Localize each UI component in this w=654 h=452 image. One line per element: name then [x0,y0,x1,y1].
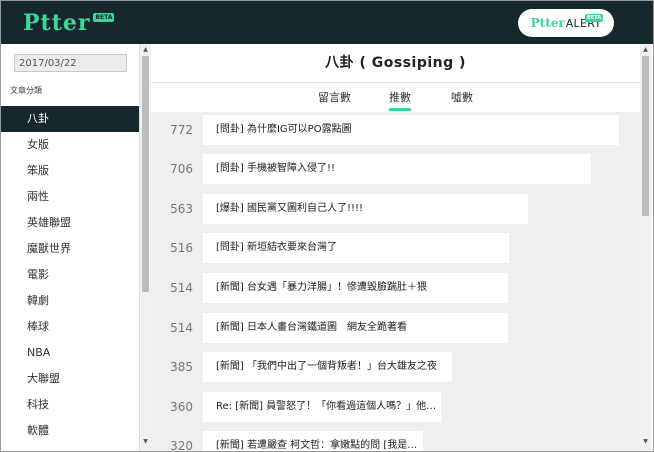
category-label: 文章分類 [10,86,42,95]
sidebar-item-sex[interactable]: 兩性 [1,184,139,210]
post-title[interactable]: [新聞] 台女遇「暴力洋腸」！慘遭毀臉踹肚＋猥 [203,273,508,303]
tab-pushes[interactable]: 推數 [389,89,411,111]
push-count: 563 [170,202,193,216]
sidebar-item-nba[interactable]: NBA [1,340,139,366]
post-title[interactable]: [問卦] 新垣結衣要來台灣了 [203,233,509,263]
content-scroll-thumb[interactable] [642,56,649,216]
push-count: 514 [170,281,193,295]
main-content: 八卦 ( Gossiping ) 留言數 推數 噓數 772 [問卦] 為什麼I… [151,44,640,451]
post-title[interactable]: Re: [新聞] 員警怒了！「你看過這個人嗎？」他… [203,392,441,422]
board-title: 八卦 ( Gossiping ) [151,44,640,83]
category-list: 八卦 女版 笨版 兩性 英雄聯盟 魔獸世界 電影 韓劇 棒球 NBA 大聯盟 科… [1,106,139,444]
sidebar-scroll-thumb[interactable] [142,56,149,292]
content-scrollbar[interactable]: ▲ ▼ [640,44,651,451]
app-window: Ptter BETA Ptter ALERT BETA 2017/03/22 文… [0,0,654,452]
scroll-down-icon[interactable]: ▼ [140,438,151,446]
sidebar: 2017/03/22 文章分類 八卦 女版 笨版 兩性 英雄聯盟 魔獸世界 電影… [1,44,140,451]
sidebar-item-women[interactable]: 女版 [1,132,139,158]
sidebar-item-wow[interactable]: 魔獸世界 [1,236,139,262]
push-count: 516 [170,241,193,255]
push-count: 772 [170,123,193,137]
push-count: 514 [170,321,193,335]
sort-tabs: 留言數 推數 噓數 [151,83,640,112]
tab-comments[interactable]: 留言數 [318,89,351,108]
date-field[interactable]: 2017/03/22 [14,54,127,72]
sidebar-item-joke[interactable]: 笨版 [1,158,139,184]
scroll-up-icon[interactable]: ▲ [640,46,651,54]
tab-boos[interactable]: 噓數 [451,89,473,108]
beta-badge: BETA [93,13,115,22]
push-count: 360 [170,400,193,414]
sidebar-item-baseball[interactable]: 棒球 [1,314,139,340]
alert-logo-text: Ptter [530,16,565,30]
push-count: 320 [170,439,193,451]
post-title[interactable]: [問卦] 手機被智障入侵了!! [203,154,591,184]
scroll-down-icon[interactable]: ▼ [640,438,651,446]
push-count: 706 [170,162,193,176]
sidebar-item-lol[interactable]: 英雄聯盟 [1,210,139,236]
top-header: Ptter BETA Ptter ALERT BETA [1,1,653,44]
post-title[interactable]: [爆卦] 國民黨又圖利自己人了!!!! [203,194,528,224]
post-list: 772 [問卦] 為什麼IG可以PO露點圖 706 [問卦] 手機被智障入侵了!… [151,112,640,451]
post-title[interactable]: [新聞] 日本人畫台灣鐵道圖 網友全跪著看 [203,313,508,343]
push-count: 385 [170,360,193,374]
sidebar-scrollbar[interactable]: ▲ ▼ [140,44,151,451]
post-title[interactable]: [新聞] 若遭嚴查 柯文哲：拿嫩點的問 [我是… [203,431,423,451]
alert-beta-badge: BETA [585,14,604,22]
post-title[interactable]: [新聞] 「我們中出了一個背叛者！」台大雄友之夜 [203,352,452,382]
sidebar-item-tech[interactable]: 科技 [1,392,139,418]
sidebar-item-movie[interactable]: 電影 [1,262,139,288]
logo-text: Ptter [23,10,91,36]
ptter-alert-button[interactable]: Ptter ALERT BETA [518,9,614,37]
sidebar-item-kdrama[interactable]: 韓劇 [1,288,139,314]
sidebar-item-mlb[interactable]: 大聯盟 [1,366,139,392]
sidebar-item-gossiping[interactable]: 八卦 [1,106,139,132]
scroll-up-icon[interactable]: ▲ [140,46,151,54]
ptter-logo[interactable]: Ptter BETA [23,9,115,37]
post-title[interactable]: [問卦] 為什麼IG可以PO露點圖 [203,115,619,145]
sidebar-item-software[interactable]: 軟體 [1,418,139,444]
